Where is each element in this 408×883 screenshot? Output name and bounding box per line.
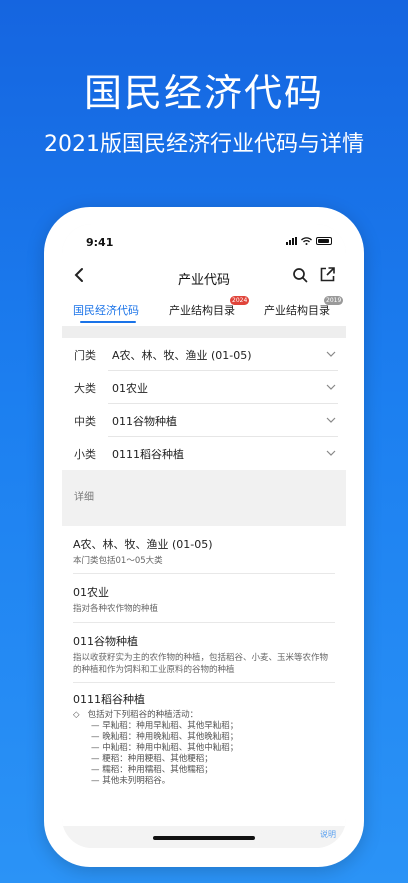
detail-desc: 指对各种农作物的种植 (73, 604, 159, 614)
tab-industry-structure-2024[interactable]: 产业结构目录 (169, 302, 235, 318)
list-item: — 晚籼稻：种用晚籼稻、其他晚籼稻； (91, 732, 239, 742)
divider (73, 622, 335, 623)
filter-row-minor[interactable]: 小类 0111稻谷种植 (62, 437, 346, 470)
battery-icon (316, 237, 332, 245)
status-time: 9:41 (86, 236, 114, 249)
chevron-down-icon (326, 351, 336, 357)
separator-band (62, 326, 346, 338)
search-icon[interactable] (292, 267, 308, 283)
filter-value: 011谷物种植 (112, 415, 177, 428)
detail-block-minor: 0111稻谷种植 ◇ 包括对下列稻谷的种植活动： — 早籼稻：种用早籼稻、其他早… (73, 691, 335, 787)
tab-active-indicator (80, 321, 136, 323)
filter-label: 大类 (74, 382, 96, 395)
tab-national-economy-code[interactable]: 国民经济代码 (73, 302, 139, 318)
detail-lead-text: 包括对下列稻谷的种植活动： (87, 710, 199, 720)
filter-value: A农、林、牧、渔业 (01-05) (112, 349, 252, 362)
wifi-icon (301, 237, 312, 245)
list-item: — 糯稻：种用糯稻、其他糯稻； (91, 765, 213, 775)
detail-title: 01农业 (73, 586, 109, 599)
share-icon[interactable] (319, 266, 336, 283)
detail-title: 011谷物种植 (73, 635, 138, 648)
chevron-down-icon (326, 417, 336, 423)
tab-industry-structure-2019[interactable]: 产业结构目录 (264, 302, 330, 318)
filter-label: 小类 (74, 448, 96, 461)
nav-bar: 产业代码 (62, 258, 346, 294)
signal-icon (286, 237, 297, 245)
filter-value: 0111稻谷种植 (112, 448, 184, 461)
detail-title: 0111稻谷种植 (73, 693, 145, 706)
filter-label: 中类 (74, 415, 96, 428)
phone-frame: 9:41 产业代码 国民经济代码 产业结构目录 2024 产业结构目录 2019… (44, 207, 364, 867)
filter-label: 门类 (74, 349, 96, 362)
badge-2019: 2019 (324, 296, 344, 305)
detail-lead: ◇ 包括对下列稻谷的种植活动： (73, 710, 199, 720)
list-item: — 中籼稻：种用中籼稻、其他中籼稻； (91, 743, 239, 753)
detail-list: A农、林、牧、渔业 (01-05) 本门类包括01～05大类 01农业 指对各种… (62, 526, 346, 826)
divider (73, 573, 335, 574)
phone-screen: 9:41 产业代码 国民经济代码 产业结构目录 2024 产业结构目录 2019… (62, 224, 346, 848)
badge-2024: 2024 (230, 296, 250, 305)
home-indicator[interactable] (153, 836, 255, 840)
detail-block-category: A农、林、牧、渔业 (01-05) 本门类包括01～05大类 (73, 536, 335, 567)
chevron-down-icon (326, 450, 336, 456)
filter-list: 门类 A农、林、牧、渔业 (01-05) 大类 01农业 中类 011谷物种植 … (62, 338, 346, 470)
tab-bar: 国民经济代码 产业结构目录 2024 产业结构目录 2019 (62, 294, 346, 326)
list-item: — 粳稻：种用粳稻、其他粳稻； (91, 754, 213, 764)
filter-value: 01农业 (112, 382, 148, 395)
status-icons (286, 237, 332, 245)
divider (73, 682, 335, 683)
footer-link[interactable]: 说明 (320, 829, 336, 840)
hero-subtitle: 2021版国民经济行业代码与详情 (44, 132, 364, 157)
hero-title: 国民经济代码 (83, 71, 324, 115)
filter-row-major[interactable]: 大类 01农业 (62, 371, 346, 404)
detail-block-middle: 011谷物种植 指以收获籽实为主的农作物的种植，包括稻谷、小麦、玉米等农作物的种… (73, 633, 335, 676)
notch (140, 224, 268, 246)
list-item: — 早籼稻：种用早籼稻、其他早籼稻； (91, 721, 239, 731)
detail-title: A农、林、牧、渔业 (01-05) (73, 538, 213, 551)
filter-row-category[interactable]: 门类 A农、林、牧、渔业 (01-05) (62, 338, 346, 371)
detail-section-header: 详细 (62, 470, 346, 526)
chevron-down-icon (326, 384, 336, 390)
detail-header-label: 详细 (74, 492, 94, 503)
detail-desc: 本门类包括01～05大类 (73, 556, 163, 566)
list-item: — 其他未列明稻谷。 (91, 776, 171, 786)
detail-block-major: 01农业 指对各种农作物的种植 (73, 584, 335, 615)
filter-row-middle[interactable]: 中类 011谷物种植 (62, 404, 346, 437)
detail-desc: 指以收获籽实为主的农作物的种植，包括稻谷、小麦、玉米等农作物的种植和作为饲料和工… (73, 653, 329, 675)
